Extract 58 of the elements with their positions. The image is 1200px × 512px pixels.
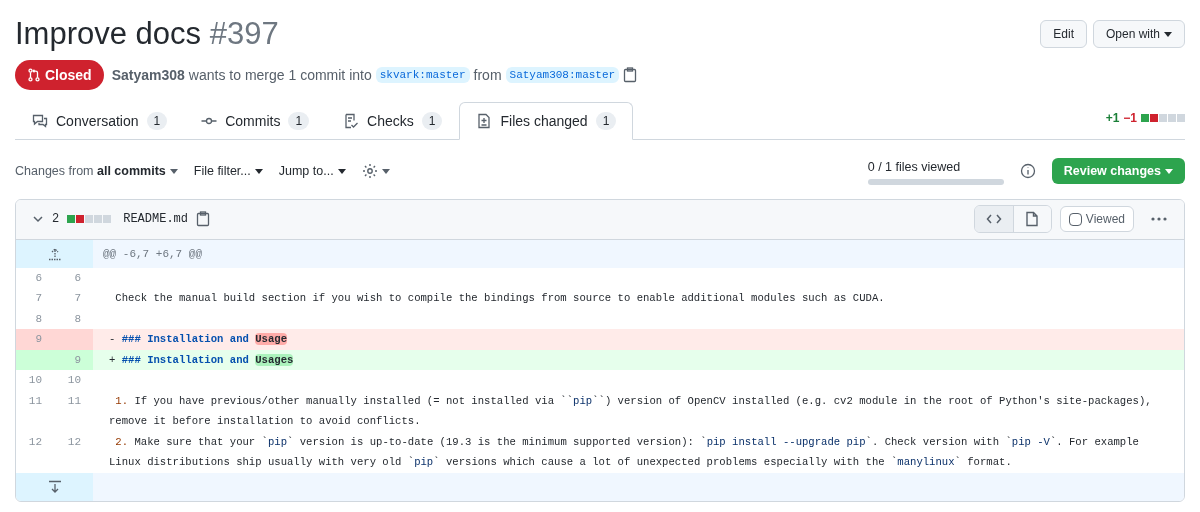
expand-down-icon: [47, 479, 62, 494]
deletions-count: −1: [1123, 110, 1137, 127]
viewed-checkbox[interactable]: Viewed: [1059, 206, 1134, 233]
gutter-cell: [54, 329, 93, 350]
count-badge: 1: [288, 112, 310, 130]
caret-icon: [381, 168, 390, 174]
closed-state-badge: Closed: [15, 60, 104, 90]
settings-icon: [361, 163, 378, 180]
tab[interactable]: Commits 1: [184, 102, 327, 140]
file-icon: [1025, 211, 1040, 228]
caret-icon: [1164, 31, 1172, 37]
caret-icon: [254, 168, 263, 174]
count-badge: 1: [146, 112, 168, 130]
settings-dropdown[interactable]: [361, 163, 390, 180]
tab[interactable]: Files changed 1: [459, 102, 634, 140]
more-icon[interactable]: [1150, 216, 1168, 223]
source-view-button[interactable]: [974, 206, 1013, 233]
pr-title: Improve docs: [15, 16, 202, 51]
clipboard-icon[interactable]: [623, 67, 638, 83]
expand-up-icon: [47, 246, 62, 261]
info-icon[interactable]: [1019, 163, 1036, 180]
rich-view-button[interactable]: [1012, 206, 1051, 233]
count-badge: 1: [595, 112, 617, 130]
additions-count: +1: [1105, 110, 1120, 127]
caret-icon: [169, 168, 178, 174]
open-with-button[interactable]: Open with: [1092, 20, 1185, 48]
changes-count: 2: [52, 211, 60, 229]
hunk-header: @@ -6,7 +6,7 @@: [93, 239, 1184, 268]
code-line: 1. If you have previous/other manually installed (= not installed via ``pip``) version of OpenCV installed (e.g. cv2 module in the root of Python's site-packages), remove it before installation to avoid conflicts.: [109, 394, 1153, 428]
file-name[interactable]: README.md: [123, 210, 188, 229]
merge-summary: wants to merge 1 commit into: [188, 65, 372, 85]
new-line-number: 9: [54, 349, 93, 371]
code-line: Check the manual build section if you wish to compile the bindings from source to enable additional modules such as CUDA.: [114, 292, 885, 305]
gutter-cell: [16, 349, 54, 371]
changes-from-dropdown[interactable]: Changes from all commits: [15, 162, 178, 181]
checklist-icon: [343, 113, 360, 129]
base-branch[interactable]: skvark:master: [375, 66, 470, 84]
pull-request-icon: [27, 68, 41, 82]
tab[interactable]: Checks 1: [326, 102, 460, 140]
pr-number: #397: [209, 16, 279, 51]
tab[interactable]: Conversation 1: [15, 102, 185, 140]
from-label: from: [473, 65, 502, 85]
author-link[interactable]: Satyam308: [111, 64, 185, 86]
jump-to-dropdown[interactable]: Jump to...: [278, 162, 346, 181]
code-line: 2. Make sure that your `pip` version is up-to-date (19.3 is the minimum supported version): `pip install --upgrade pip`. Check version with `pip -V`. For example Linux distributions ship usually with very old `pip` versions which cause a lot of unexpected problems especially with the `manylinux` format.: [109, 435, 1140, 469]
files-viewed-label: 0 / 1 files viewed: [867, 159, 962, 176]
caret-icon: [1165, 168, 1173, 174]
speech-bubbles-icon: [32, 113, 48, 129]
file-diff-icon: [476, 113, 493, 129]
code-line: + ### Installation and Usages: [109, 353, 294, 366]
file-filter-dropdown[interactable]: File filter...: [193, 162, 263, 181]
clipboard-icon[interactable]: [196, 211, 210, 228]
edit-button[interactable]: Edit: [1040, 20, 1087, 48]
head-branch[interactable]: Satyam308:master: [505, 66, 620, 84]
count-badge: 1: [421, 112, 443, 130]
code-line: - ### Installation and Usage: [109, 333, 288, 346]
caret-icon: [337, 168, 346, 174]
old-line-number: 9: [16, 329, 54, 350]
